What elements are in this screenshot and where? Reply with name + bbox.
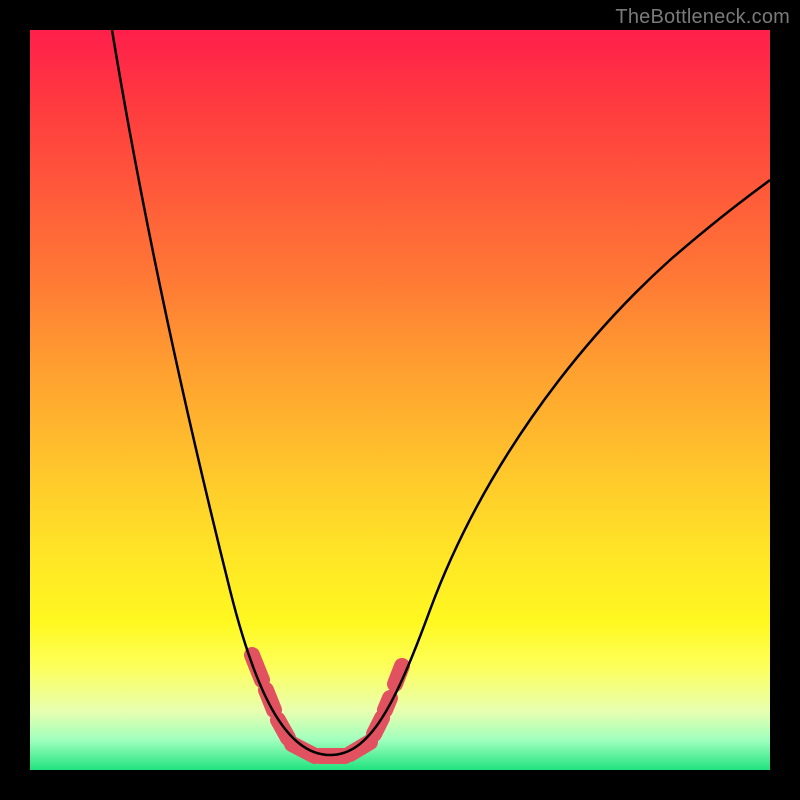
plot-area <box>30 30 770 770</box>
valley-highlight <box>252 655 402 756</box>
chart-frame: TheBottleneck.com <box>0 0 800 800</box>
curve-layer <box>30 30 770 770</box>
bottleneck-curve <box>112 30 770 755</box>
watermark-label: TheBottleneck.com <box>615 6 790 29</box>
